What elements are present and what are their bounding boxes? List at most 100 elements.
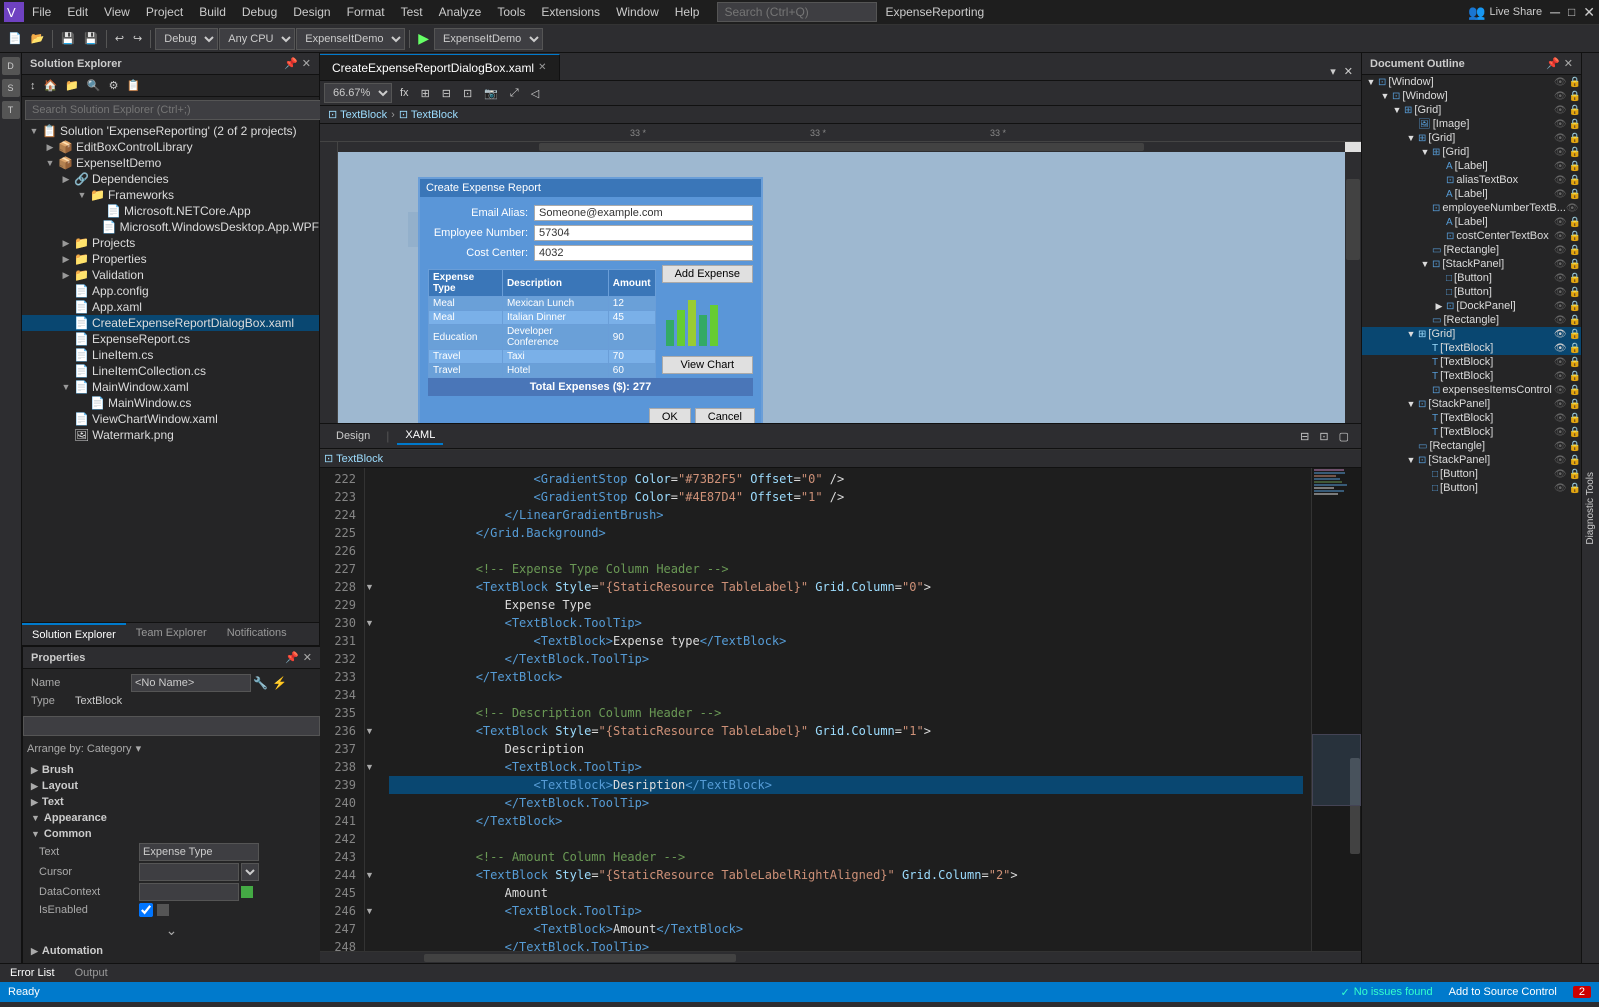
horiz-scrollbar-design[interactable]: [338, 142, 1345, 152]
start-project-select[interactable]: ExpenseItDemo: [434, 28, 543, 50]
outline-empnum-tb[interactable]: ⊡ employeeNumberTextB... 👁 🔒: [1362, 201, 1581, 215]
outline-lock-root[interactable]: 🔒: [1569, 77, 1581, 88]
platform-select[interactable]: Any CPU: [219, 28, 295, 50]
menu-project[interactable]: Project: [138, 0, 191, 25]
outline-dockpanel[interactable]: ▶ ⊡ [DockPanel] 👁 🔒: [1362, 299, 1581, 313]
outline-textblock-2[interactable]: T [TextBlock] 👁 🔒: [1362, 355, 1581, 369]
pin-icon[interactable]: 📌: [284, 57, 298, 70]
collapse-panels-btn[interactable]: ◁: [527, 85, 543, 102]
props-pin-icon[interactable]: 📌: [285, 651, 299, 664]
outline-textblock-4[interactable]: T [TextBlock] 👁 🔒: [1362, 411, 1581, 425]
tree-mainwindowcs[interactable]: 📄 MainWindow.cs: [22, 395, 319, 411]
outline-stackpanel-2[interactable]: ▼ ⊡ [StackPanel] 👁 🔒: [1362, 397, 1581, 411]
gutter-238[interactable]: ▼: [365, 758, 381, 776]
new-project-btn[interactable]: 📄: [4, 30, 26, 47]
outline-grid-3[interactable]: ▼ ⊞ [Grid] 👁 🔒: [1362, 145, 1581, 159]
menu-build[interactable]: Build: [191, 0, 234, 25]
collapse-arrow-238[interactable]: ▼: [365, 762, 374, 772]
cancel-btn[interactable]: Cancel: [695, 408, 755, 424]
outline-eye-label-3[interactable]: 👁: [1554, 217, 1567, 228]
arrange-by-chevron[interactable]: ▾: [136, 742, 142, 755]
gutter-246[interactable]: ▼: [365, 902, 381, 920]
outline-lock-1[interactable]: 🔒: [1569, 91, 1581, 102]
close-btn[interactable]: ✕: [1583, 4, 1595, 21]
formula-btn[interactable]: fx: [396, 85, 413, 101]
outline-grid-selected[interactable]: ▼ ⊞ [Grid] 👁 🔒: [1362, 327, 1581, 341]
menu-debug[interactable]: Debug: [234, 0, 285, 25]
outline-lock-tb-4[interactable]: 🔒: [1569, 413, 1581, 424]
tree-expenseit[interactable]: ▼ 📦 ExpenseItDemo: [22, 155, 319, 171]
snap-btn[interactable]: 📷: [480, 85, 502, 102]
tree-projects[interactable]: ▶ 📁 Projects: [22, 235, 319, 251]
xml-crumb-textblock-1[interactable]: ⊡ TextBlock: [324, 452, 383, 465]
expand-more[interactable]: ⌄: [27, 918, 316, 943]
outline-lock-alias-tb[interactable]: 🔒: [1569, 175, 1581, 186]
isenabled-checkbox[interactable]: [139, 903, 153, 917]
outline-eye-tb-5[interactable]: 👁: [1554, 427, 1567, 438]
vert-scroll-thumb-design[interactable]: [1346, 179, 1360, 260]
live-share-btn[interactable]: 👥 Live Share: [1468, 4, 1542, 21]
outline-eye-image[interactable]: 👁: [1554, 119, 1567, 130]
outline-window-root[interactable]: ▼ ⊡ [Window] 👁 🔒: [1362, 75, 1581, 89]
toolbox-icon[interactable]: T: [2, 101, 20, 119]
props-search-input[interactable]: [23, 716, 320, 736]
outline-lock-rect-1[interactable]: 🔒: [1569, 245, 1581, 256]
outline-eye-grid-sel[interactable]: 👁: [1554, 329, 1567, 340]
tree-lineitem[interactable]: 📄 LineItem.cs: [22, 347, 319, 363]
outline-eye-rect-1[interactable]: 👁: [1554, 245, 1567, 256]
search-input[interactable]: [717, 2, 877, 22]
outline-eye-btn-3[interactable]: 👁: [1554, 469, 1567, 480]
horiz-scrollbar-xml[interactable]: [320, 951, 1361, 963]
menu-analyze[interactable]: Analyze: [431, 0, 490, 25]
props-close-icon[interactable]: ✕: [303, 651, 312, 664]
collapse-arrow-230[interactable]: ▼: [365, 618, 374, 628]
outline-lock-grid-3[interactable]: 🔒: [1569, 147, 1581, 158]
tree-frameworks[interactable]: ▼ 📁 Frameworks: [22, 187, 319, 203]
tree-wpf[interactable]: 📄 Microsoft.WindowsDesktop.App.WPF: [22, 219, 319, 235]
outline-label-3[interactable]: A [Label] 👁 🔒: [1362, 215, 1581, 229]
outline-lock-sp-3[interactable]: 🔒: [1569, 455, 1581, 466]
gutter-228[interactable]: ▼: [365, 578, 381, 596]
outline-eye-grid-1[interactable]: 👁: [1554, 105, 1567, 116]
common-section[interactable]: ▼ Common: [27, 826, 316, 842]
menu-view[interactable]: View: [96, 0, 138, 25]
grid-view-btn[interactable]: ⊞: [417, 85, 434, 102]
outline-eye-alias[interactable]: 👁: [1554, 161, 1567, 172]
outline-btn-2[interactable]: □ [Button] 👁 🔒: [1362, 285, 1581, 299]
menu-format[interactable]: Format: [339, 0, 393, 25]
outline-btn-3[interactable]: □ [Button] 👁 🔒: [1362, 467, 1581, 481]
collapse-arrow-236[interactable]: ▼: [365, 726, 374, 736]
server-explorer-icon[interactable]: S: [2, 79, 20, 97]
xaml-view-btn[interactable]: XAML: [397, 427, 443, 445]
se-folder-btn[interactable]: 📁: [61, 77, 83, 94]
outline-eye-rect-2[interactable]: 👁: [1554, 315, 1567, 326]
outline-rectangle-2[interactable]: ▭ [Rectangle] 👁 🔒: [1362, 313, 1581, 327]
outline-close-icon[interactable]: ✕: [1564, 57, 1573, 70]
outline-eye-rect-3[interactable]: 👁: [1554, 441, 1567, 452]
tree-properties[interactable]: ▶ 📁 Properties: [22, 251, 319, 267]
tree-viewchart[interactable]: 📄 ViewChartWindow.xaml: [22, 411, 319, 427]
text-prop-input[interactable]: [139, 843, 259, 861]
outline-lock-alias[interactable]: 🔒: [1569, 161, 1581, 172]
fit-btn[interactable]: ⊡: [459, 85, 476, 102]
editor-scrollbar[interactable]: [1349, 468, 1361, 951]
outline-textblock-sel-1[interactable]: T [TextBlock] 👁 🔒: [1362, 341, 1581, 355]
output-tab[interactable]: Output: [65, 964, 118, 982]
redo-btn[interactable]: ↪: [129, 30, 146, 47]
outline-window-1[interactable]: ▼ ⊡ [Window] 👁 🔒: [1362, 89, 1581, 103]
undo-btn[interactable]: ↩: [111, 30, 128, 47]
gutter-236[interactable]: ▼: [365, 722, 381, 740]
minimize-btn[interactable]: ─: [1550, 4, 1560, 20]
empnum-input[interactable]: [534, 225, 753, 241]
tree-lineitemcoll[interactable]: 📄 LineItemCollection.cs: [22, 363, 319, 379]
tree-expensereport[interactable]: 📄 ExpenseReport.cs: [22, 331, 319, 347]
outline-lock-btn-4[interactable]: 🔒: [1569, 483, 1581, 494]
add-expense-btn[interactable]: Add Expense: [662, 265, 753, 283]
outline-lock-label-2[interactable]: 🔒: [1569, 189, 1581, 200]
outline-lock-image[interactable]: 🔒: [1569, 119, 1581, 130]
outline-eye-ec[interactable]: 👁: [1554, 385, 1567, 396]
se-tab-solution[interactable]: Solution Explorer: [22, 623, 126, 645]
open-btn[interactable]: 📂: [27, 30, 49, 47]
diagnostic-tools-tab[interactable]: Diagnostic Tools: [1581, 53, 1599, 963]
data-sources-icon[interactable]: D: [2, 57, 20, 75]
